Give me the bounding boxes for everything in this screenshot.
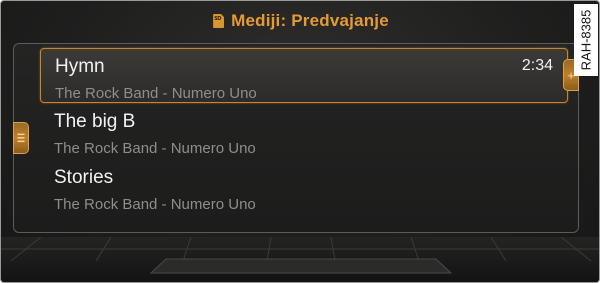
track-item[interactable]: The big B The Rock Band - Numero Uno: [40, 104, 568, 159]
figure-label: RAH-8385: [574, 4, 598, 76]
track-subtitle: The Rock Band - Numero Uno: [54, 140, 256, 157]
track-subtitle: The Rock Band - Numero Uno: [54, 196, 256, 213]
decorative-floor: [1, 237, 599, 282]
track-duration: 2:34: [521, 57, 553, 74]
track-title: Hymn: [55, 56, 105, 77]
track-subtitle: The Rock Band - Numero Uno: [55, 85, 257, 102]
header: SD Mediji: Predvajanje: [1, 7, 599, 35]
track-list: Hymn 2:34 The Rock Band - Numero Uno The…: [13, 43, 579, 233]
page-title: Mediji: Predvajanje: [231, 11, 389, 30]
sd-card-icon-text: SD: [214, 16, 221, 22]
media-player-screen: SD Mediji: Predvajanje Hymn 2:34 The Roc…: [0, 0, 600, 283]
figure-label-text: RAH-8385: [578, 9, 594, 71]
menu-icon: [17, 133, 25, 143]
track-item-selected[interactable]: Hymn 2:34 The Rock Band - Numero Uno: [40, 48, 568, 103]
sd-card-icon: SD: [213, 14, 225, 28]
menu-tab[interactable]: [13, 122, 29, 154]
track-title: Stories: [54, 167, 114, 188]
track-title: The big B: [54, 111, 136, 132]
track-item[interactable]: Stories The Rock Band - Numero Uno: [40, 160, 568, 215]
